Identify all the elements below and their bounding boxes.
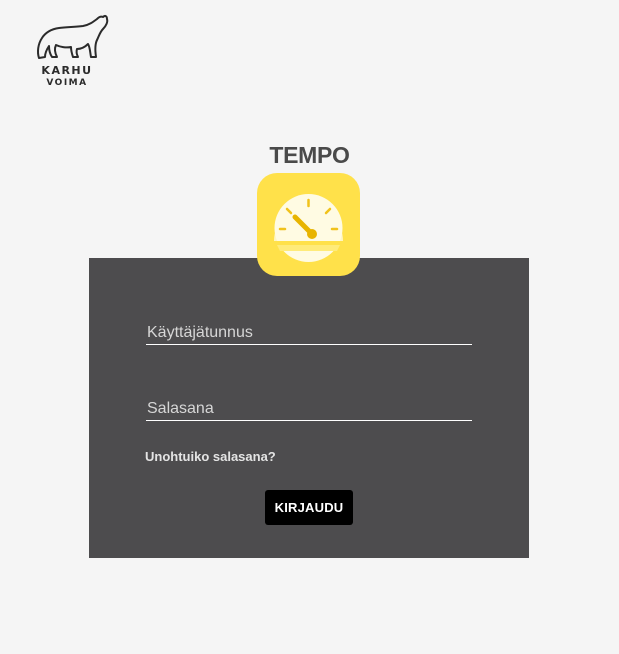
password-input[interactable]: [146, 398, 472, 420]
username-field-wrapper: [146, 322, 472, 345]
app-title: TEMPO: [269, 142, 350, 168]
bear-icon: [37, 14, 109, 59]
karhu-voima-logo: KARHU VOIMA: [33, 14, 111, 92]
login-button[interactable]: KIRJAUDU: [265, 490, 353, 525]
logo-wordmark-top: KARHU: [41, 64, 93, 77]
app-icon: [257, 173, 360, 276]
speedometer-icon: [271, 194, 346, 262]
forgot-password-link[interactable]: Unohtuiko salasana?: [145, 449, 276, 464]
login-page: KARHU VOIMA TEMPO Unohtuik: [0, 0, 619, 654]
logo-wordmark-bottom: VOIMA: [46, 78, 88, 88]
username-input[interactable]: [146, 322, 472, 344]
password-field-wrapper: [146, 398, 472, 421]
